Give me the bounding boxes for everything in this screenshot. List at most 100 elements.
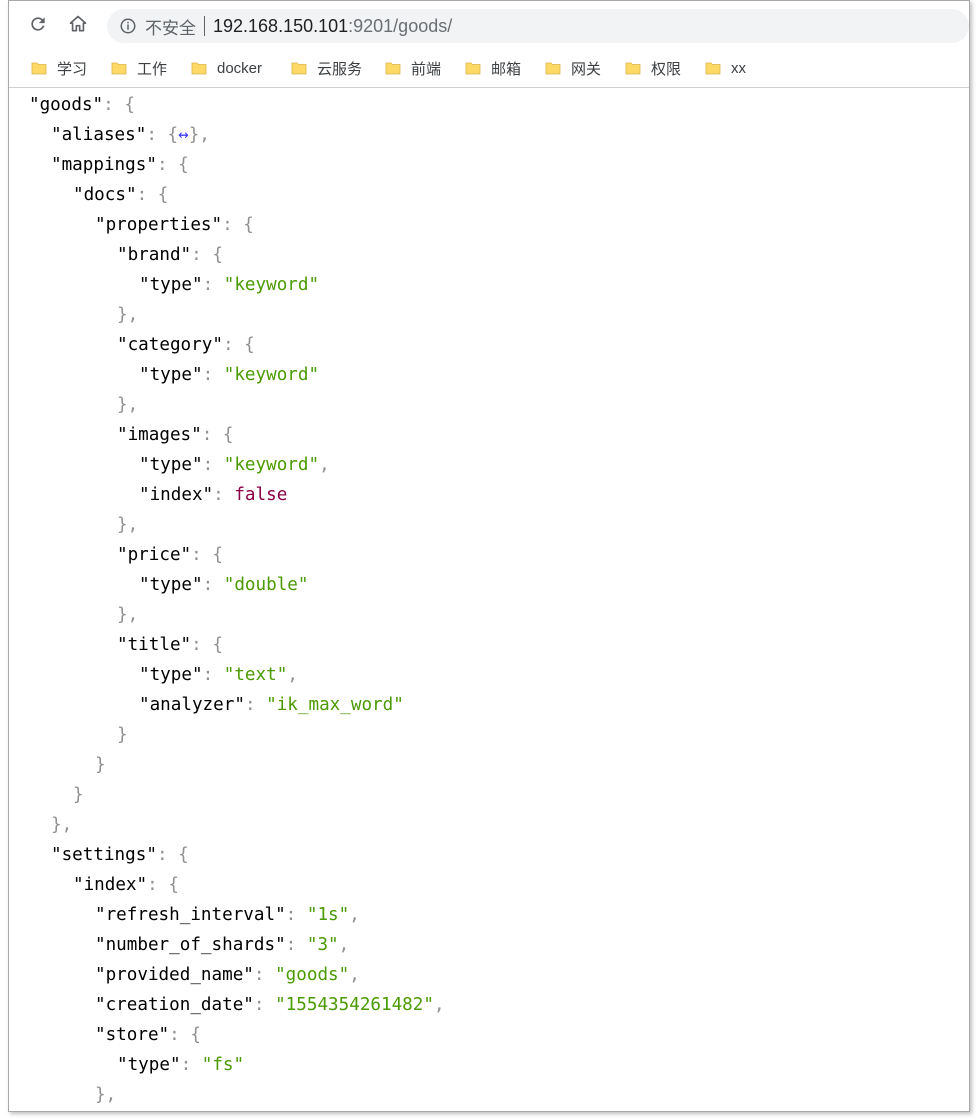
json-line: "images": {: [117, 420, 234, 450]
json-punctuation: : {: [156, 155, 189, 175]
json-line: "goods": {: [29, 90, 135, 120]
bookmark-item[interactable]: 云服务: [291, 58, 362, 78]
home-icon: [69, 15, 87, 32]
bookmark-label: 前端: [411, 60, 442, 78]
json-key: "mappings": [51, 155, 157, 175]
json-line: "title": {: [117, 630, 223, 660]
json-line: "store": {: [95, 1020, 201, 1050]
json-string-value: "ik_max_word": [266, 695, 404, 715]
json-punctuation: : {: [146, 125, 179, 145]
json-punctuation: : {: [147, 875, 179, 895]
json-punctuation: :: [202, 575, 224, 595]
json-line: "docs": {: [73, 180, 168, 210]
json-line: "refresh_interval": "1s",: [95, 900, 360, 930]
bookmark-item[interactable]: 工作: [111, 58, 167, 78]
json-key: "title": [117, 635, 192, 655]
json-string-value: "goods": [275, 965, 350, 985]
json-punctuation: ,: [319, 455, 330, 475]
json-line: "type": "keyword": [139, 270, 319, 300]
bookmark-item[interactable]: 权限: [625, 58, 681, 78]
json-line: }: [95, 750, 106, 780]
url-path: :9201/goods/: [348, 15, 453, 36]
json-punctuation: :: [213, 485, 235, 505]
json-key: "goods": [29, 95, 104, 115]
json-punctuation: : {: [156, 845, 189, 865]
json-punctuation: },: [188, 125, 210, 145]
bookmark-label: 学习: [57, 60, 88, 78]
json-line: },: [117, 600, 138, 630]
json-key: "settings": [51, 845, 157, 865]
json-line: "aliases": {↔},: [51, 120, 210, 150]
expand-collapsed-icon[interactable]: ↔: [178, 125, 189, 145]
json-punctuation: ,: [433, 995, 445, 1015]
json-line: "category": {: [117, 330, 255, 360]
insecure-label: 不安全: [145, 18, 196, 38]
json-key: "number_of_shards": [95, 935, 286, 955]
folder-icon: [111, 62, 127, 75]
json-punctuation: : {: [222, 215, 254, 235]
json-punctuation: : {: [201, 425, 234, 445]
bookmark-label: 权限: [651, 60, 682, 78]
url-host: 192.168.150.101: [213, 15, 349, 36]
browser-toolbar: 不安全 192.168.150.101:9201/goods/: [9, 1, 969, 49]
json-punctuation: },: [51, 815, 73, 835]
json-line: },: [117, 390, 138, 420]
json-punctuation: :: [253, 965, 276, 985]
json-line: "brand": {: [117, 240, 223, 270]
json-punctuation: :: [202, 275, 224, 295]
json-line: }: [73, 780, 84, 810]
json-line: "provided_name": "goods",: [95, 960, 360, 990]
home-button[interactable]: [63, 9, 93, 39]
reload-button[interactable]: [23, 9, 53, 39]
info-icon[interactable]: [119, 17, 137, 35]
json-string-value: "text": [223, 665, 288, 685]
folder-icon: [545, 62, 561, 75]
json-key: "type": [139, 275, 203, 295]
json-line: "type": "double": [139, 570, 309, 600]
json-line: },: [117, 300, 138, 330]
json-line: "type": "keyword",: [139, 450, 330, 480]
json-string-value: "double": [223, 575, 309, 595]
bookmarks-bar: 学习 工作 docker 云服务 前端 邮箱 网关 权限 xx: [9, 49, 969, 88]
json-punctuation: : {: [136, 185, 169, 205]
json-punctuation: ,: [338, 935, 350, 955]
json-line: "type": "fs": [117, 1050, 244, 1080]
json-line: },: [117, 510, 138, 540]
bookmark-label: docker: [217, 59, 263, 77]
bookmark-item[interactable]: docker: [191, 58, 262, 78]
bookmark-item[interactable]: xx: [705, 58, 746, 78]
json-punctuation: :: [202, 665, 224, 685]
json-line: "mappings": {: [51, 150, 189, 180]
bookmark-item[interactable]: 邮箱: [465, 58, 521, 78]
json-string-value: "1s": [306, 905, 350, 925]
json-key: "index": [73, 875, 148, 895]
bookmark-item[interactable]: 前端: [385, 58, 441, 78]
bookmark-label: 工作: [137, 60, 168, 78]
address-bar[interactable]: 不安全 192.168.150.101:9201/goods/: [107, 9, 969, 43]
json-punctuation: : {: [169, 1025, 201, 1045]
json-line: "settings": {: [51, 840, 189, 870]
json-punctuation: : {: [191, 635, 223, 655]
json-punctuation: :: [180, 1055, 202, 1075]
json-punctuation: }: [73, 785, 84, 805]
folder-icon: [31, 62, 47, 75]
address-separator: [204, 16, 205, 36]
json-boolean-value: false: [234, 485, 288, 505]
json-punctuation: },: [117, 515, 139, 535]
json-punctuation: :: [202, 455, 224, 475]
json-punctuation: : {: [103, 95, 135, 115]
bookmark-item[interactable]: 网关: [545, 58, 601, 78]
json-string-value: "keyword": [223, 275, 320, 295]
json-line: "number_of_shards": "3",: [95, 930, 349, 960]
json-punctuation: : {: [191, 245, 223, 265]
json-line: "analyzer": "ik_max_word": [139, 690, 404, 720]
reload-icon: [31, 17, 45, 31]
json-key: "category": [117, 335, 223, 355]
folder-icon: [385, 62, 401, 75]
json-string-value: "1554354261482": [275, 995, 434, 1015]
json-string-value: "fs": [201, 1055, 245, 1075]
json-key: "type": [139, 575, 203, 595]
json-line: },: [51, 810, 72, 840]
bookmark-item[interactable]: 学习: [31, 58, 87, 78]
json-key: "type": [139, 455, 203, 475]
